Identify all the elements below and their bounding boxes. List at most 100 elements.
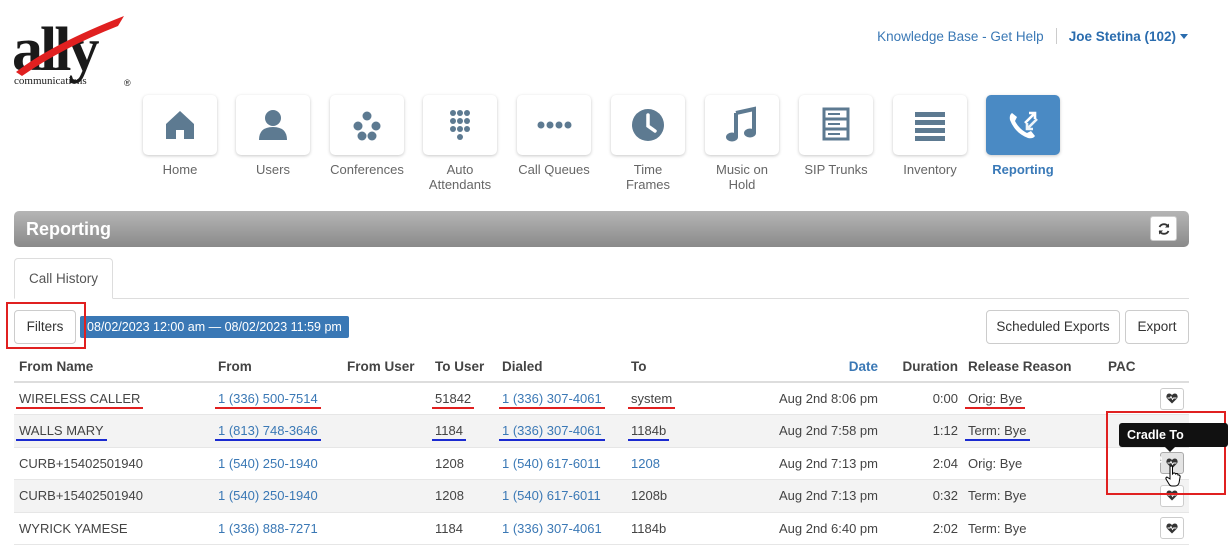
nav-label: Time Frames [625,162,671,192]
ally-logo[interactable]: ally communications ® [12,14,147,88]
page-title: Reporting [26,219,111,239]
from-number-link[interactable]: 1 (336) 500-7514 [215,391,321,409]
from-user-cell [342,479,430,513]
nav-home[interactable]: Home [142,95,218,177]
col-from[interactable]: From [213,352,342,383]
to-cell: 1184b [626,512,726,545]
from-number-link[interactable]: 1 (540) 250-1940 [213,479,342,513]
queue-dots-icon [537,121,572,129]
keypad-icon [450,110,470,140]
date-cell: Aug 2nd 6:40 pm [726,512,883,545]
release-reason-cell: Orig: Bye [963,447,1103,480]
table-row: WALLS MARY 1 (813) 748-3646 1184 1 (336)… [14,414,1189,448]
from-name-cell: CURB+15402501940 [14,447,213,480]
call-history-table: From Name From From User To User Dialed … [14,352,1189,545]
from-name-cell: CURB+15402501940 [14,479,213,513]
nav-inventory[interactable]: Inventory [892,95,968,177]
dialed-link[interactable]: 1 (336) 307-4061 [497,512,626,545]
to-user-cell: 1208 [430,479,497,513]
from-name-cell: WYRICK YAMESE [14,512,213,545]
hand-cursor-icon [1165,465,1181,492]
col-duration[interactable]: Duration [883,352,963,383]
col-from-name[interactable]: From Name [14,352,213,383]
from-user-cell [342,382,430,415]
table-header-row: From Name From From User To User Dialed … [14,352,1189,383]
divider [1055,28,1057,44]
from-user-cell [342,414,430,448]
svg-text:®: ® [124,78,131,88]
nav-label: Call Queues [518,162,590,177]
table-row: WYRICK YAMESE 1 (336) 888-7271 1184 1 (3… [14,512,1189,545]
duration-cell: 2:04 [883,447,963,480]
conference-icon [353,111,381,141]
date-cell: Aug 2nd 8:06 pm [726,382,883,415]
scheduled-exports-button[interactable]: Scheduled Exports [986,310,1120,344]
cradle-to-grave-button[interactable] [1160,387,1184,410]
col-to-user[interactable]: To User [430,352,497,383]
music-icon [726,106,756,142]
export-button[interactable]: Export [1125,310,1189,344]
chevron-down-icon [1180,34,1188,40]
release-reason-cell: Term: Bye [963,479,1103,513]
dialed-link[interactable]: 1 (336) 307-4061 [499,423,605,442]
user-icon [259,110,287,140]
release-reason-cell: Term: Bye [963,512,1103,545]
col-release-reason[interactable]: Release Reason [963,352,1103,383]
nav-label: Auto Attendants [428,162,492,192]
date-cell: Aug 2nd 7:58 pm [726,414,883,448]
table-row: CURB+15402501940 1 (540) 250-1940 1208 1… [14,447,1189,480]
dialed-link[interactable]: 1 (336) 307-4061 [499,391,605,409]
user-menu[interactable]: Joe Stetina (102) [1069,29,1188,44]
duration-cell: 0:32 [883,479,963,513]
duration-cell: 2:02 [883,512,963,545]
tooltip-cradle-to-grave: Cradle To Grave [1119,423,1228,466]
release-reason-cell: Orig: Bye [964,391,1026,409]
clock-icon [632,109,664,141]
table-row: CURB+15402501940 1 (540) 250-1940 1208 1… [14,479,1189,513]
refresh-icon [1158,222,1169,235]
nav-label: Music on Hold [715,162,769,192]
nav-reporting[interactable]: Reporting [985,95,1061,177]
col-from-user[interactable]: From User [342,352,430,383]
col-dialed[interactable]: Dialed [497,352,626,383]
nav-auto-attendants[interactable]: Auto Attendants [422,95,498,192]
user-name: Joe Stetina (102) [1068,28,1176,44]
to-cell: 1208b [626,479,726,513]
nav-label: Users [256,162,290,177]
date-cell: Aug 2nd 7:13 pm [726,479,883,513]
nav-music-on-hold[interactable]: Music on Hold [704,95,780,192]
to-user-cell: 51842 [431,391,475,409]
panel-header: Reporting [14,211,1189,247]
col-date[interactable]: Date [726,352,883,383]
nav-users[interactable]: Users [235,95,311,177]
tab-call-history[interactable]: Call History [14,258,113,299]
to-cell: 1184b [627,423,670,442]
nav-conferences[interactable]: Conferences [329,95,405,177]
phone-arrows-icon [1009,111,1038,139]
nav-call-queues[interactable]: Call Queues [516,95,592,177]
heart-pulse-icon [1166,523,1178,534]
nav-time-frames[interactable]: Time Frames [610,95,686,192]
nav-label: Inventory [903,162,957,177]
nav-sip-trunks[interactable]: SIP Trunks [798,95,874,177]
from-number-link[interactable]: 1 (813) 748-3646 [215,423,321,442]
col-to[interactable]: To [626,352,726,383]
cradle-to-grave-button[interactable] [1160,517,1184,540]
col-pac: PAC [1103,352,1189,383]
duration-cell: 0:00 [883,382,963,415]
to-link[interactable]: 1208 [626,447,726,480]
refresh-button[interactable] [1150,216,1177,241]
from-number-link[interactable]: 1 (540) 250-1940 [213,447,342,480]
knowledge-base-link[interactable]: Knowledge Base - Get Help [877,29,1044,44]
dialed-link[interactable]: 1 (540) 617-6011 [497,479,626,513]
tab-divider [14,298,1189,299]
server-icon [822,107,850,141]
to-user-cell: 1208 [430,447,497,480]
date-range-badge[interactable]: 08/02/2023 12:00 am — 08/02/2023 11:59 p… [80,316,349,338]
nav-label: Reporting [992,162,1054,177]
dialed-link[interactable]: 1 (540) 617-6011 [497,447,626,480]
from-number-link[interactable]: 1 (336) 888-7271 [213,512,342,545]
filters-button[interactable]: Filters [14,310,76,344]
from-user-cell [342,512,430,545]
logo-sub-text: communications [14,75,87,87]
